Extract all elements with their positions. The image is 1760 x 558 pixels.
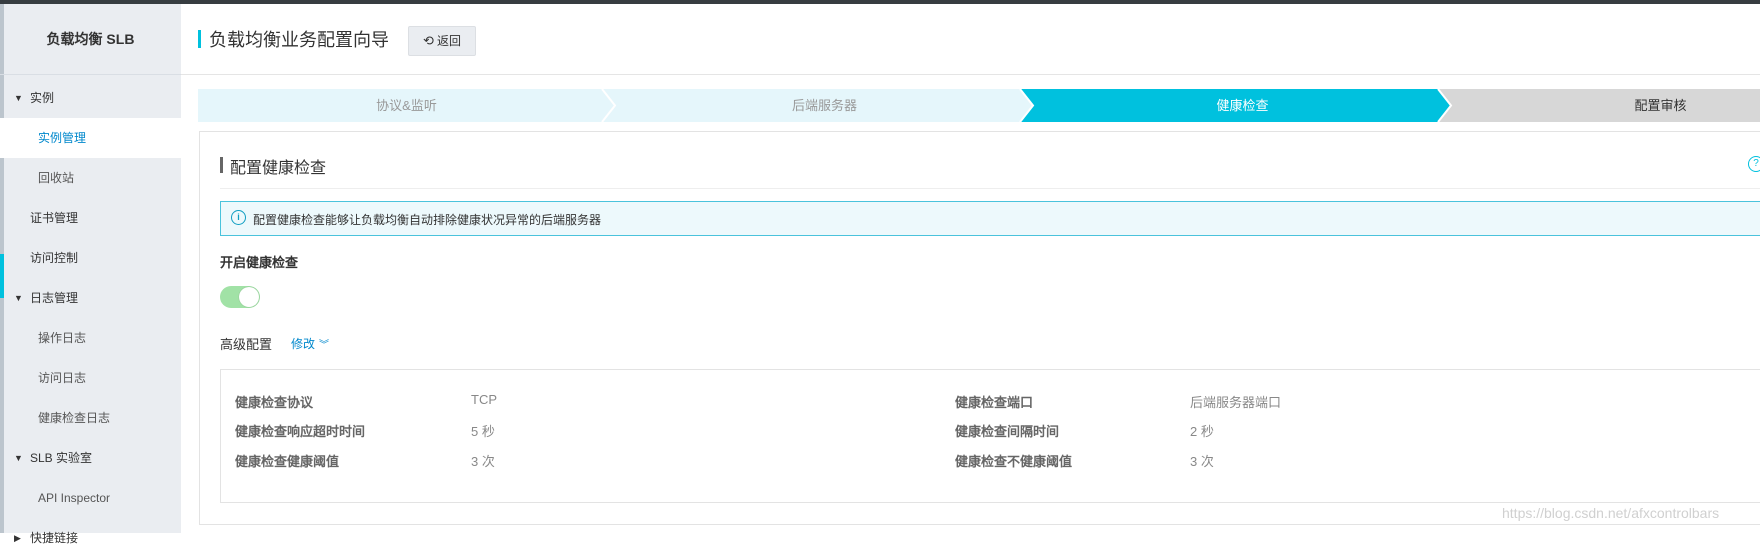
- sidebar-item-label: 回收站: [38, 171, 75, 185]
- config-key: 健康检查响应超时时间: [235, 424, 366, 439]
- caret-down-icon: ▼: [14, 93, 23, 103]
- sidebar: 负载均衡 SLB ▼ 实例 实例管理 回收站 证书管理 访问控制 ▼ 日志管理 …: [0, 4, 181, 545]
- config-key: 健康检查不健康阈值: [955, 454, 1073, 469]
- page-title: 负载均衡业务配置向导: [209, 30, 389, 50]
- sidebar-item-label: 操作日志: [38, 331, 87, 345]
- step-config-review[interactable]: 配置审核: [1452, 89, 1760, 122]
- toggle-knob: [239, 287, 259, 307]
- sidebar-item-access-control[interactable]: 访问控制: [0, 238, 181, 278]
- config-value: 3 次: [1190, 454, 1214, 469]
- step-protocol-listener[interactable]: 协议&监听: [198, 89, 615, 122]
- config-value: 5 秒: [471, 424, 495, 439]
- back-button-label: 返回: [436, 34, 461, 48]
- enable-health-check-label: 开启健康检查: [220, 255, 299, 270]
- info-icon: i: [231, 210, 246, 225]
- sidebar-item-operation-log[interactable]: 操作日志: [0, 318, 181, 358]
- sidebar-item-label: 实例管理: [38, 131, 87, 145]
- sidebar-item-label: 实例: [30, 91, 55, 105]
- caret-down-icon: ▼: [14, 293, 23, 303]
- sidebar-item-label: 证书管理: [30, 211, 79, 225]
- sidebar-item-instance-management[interactable]: 实例管理: [0, 118, 181, 158]
- health-check-card: 配置健康检查 ? i 配置健康检查能够让负载均衡自动排除健康状况异常的后端服务器…: [199, 131, 1760, 525]
- page-header: 负载均衡业务配置向导 ⟲ 返回: [181, 4, 1760, 75]
- watermark: https://blog.csdn.net/afxcontrolbars: [1502, 505, 1720, 521]
- health-check-toggle[interactable]: [220, 286, 260, 308]
- config-key: 健康检查间隔时间: [955, 424, 1060, 439]
- sidebar-item-label: 健康检查日志: [38, 411, 111, 425]
- caret-right-icon: ▶: [14, 533, 21, 543]
- divider: [220, 188, 1760, 189]
- sidebar-item-label: 访问日志: [38, 371, 87, 385]
- advanced-config-panel: 健康检查协议 TCP 健康检查端口 后端服务器端口 健康检查响应超时时间 5 秒…: [220, 369, 1760, 503]
- sidebar-group-slb-lab[interactable]: ▼ SLB 实验室: [0, 438, 181, 478]
- info-banner: i 配置健康检查能够让负载均衡自动排除健康状况异常的后端服务器: [220, 201, 1760, 236]
- edit-advanced-link[interactable]: 修改 ︾: [291, 335, 329, 352]
- info-text: 配置健康检查能够让负载均衡自动排除健康状况异常的后端服务器: [253, 213, 602, 227]
- config-value: 后端服务器端口: [1190, 395, 1282, 410]
- config-value: 2 秒: [1190, 424, 1214, 439]
- config-value: TCP: [471, 392, 497, 407]
- sidebar-group-logs[interactable]: ▼ 日志管理: [0, 278, 181, 318]
- sidebar-item-certificates[interactable]: 证书管理: [0, 198, 181, 238]
- config-key: 健康检查端口: [955, 395, 1034, 410]
- card-title: 配置健康检查: [230, 160, 327, 177]
- edit-link-label: 修改: [291, 337, 316, 351]
- chevron-down-icon: ︾: [319, 340, 330, 351]
- wizard-steps: 协议&监听 后端服务器 健康检查 配置审核: [198, 89, 1760, 122]
- sidebar-item-label: 访问控制: [30, 251, 79, 265]
- sidebar-item-access-log[interactable]: 访问日志: [0, 358, 181, 398]
- sidebar-item-recycle-bin[interactable]: 回收站: [0, 158, 181, 198]
- back-button[interactable]: ⟲ 返回: [408, 26, 476, 56]
- step-backend-servers[interactable]: 后端服务器: [616, 89, 1033, 122]
- sidebar-item-health-check-log[interactable]: 健康检查日志: [0, 398, 181, 438]
- step-health-check[interactable]: 健康检查: [1034, 89, 1451, 122]
- sidebar-item-label: 快捷链接: [30, 531, 79, 545]
- sidebar-nav: ▼ 实例 实例管理 回收站 证书管理 访问控制 ▼ 日志管理 操作日志 访问日志…: [0, 78, 181, 558]
- title-accent-bar: [198, 30, 201, 48]
- caret-down-icon: ▼: [14, 453, 23, 463]
- config-key: 健康检查协议: [235, 395, 314, 410]
- config-value: 3 次: [471, 454, 495, 469]
- sidebar-group-quick-links[interactable]: ▶ 快捷链接: [0, 518, 181, 558]
- sidebar-item-label: 日志管理: [30, 291, 79, 305]
- sidebar-item-api-inspector[interactable]: API Inspector: [0, 478, 181, 518]
- sidebar-item-label: API Inspector: [38, 491, 111, 505]
- sidebar-item-label: SLB 实验室: [30, 451, 93, 465]
- sidebar-group-instances[interactable]: ▼ 实例: [0, 78, 181, 118]
- card-title-accent: [220, 157, 223, 173]
- help-icon[interactable]: ?: [1748, 156, 1760, 172]
- advanced-config-label: 高级配置: [220, 337, 273, 352]
- sidebar-title: 负载均衡 SLB: [0, 4, 181, 75]
- config-key: 健康检查健康阈值: [235, 454, 340, 469]
- undo-icon: ⟲: [423, 33, 434, 48]
